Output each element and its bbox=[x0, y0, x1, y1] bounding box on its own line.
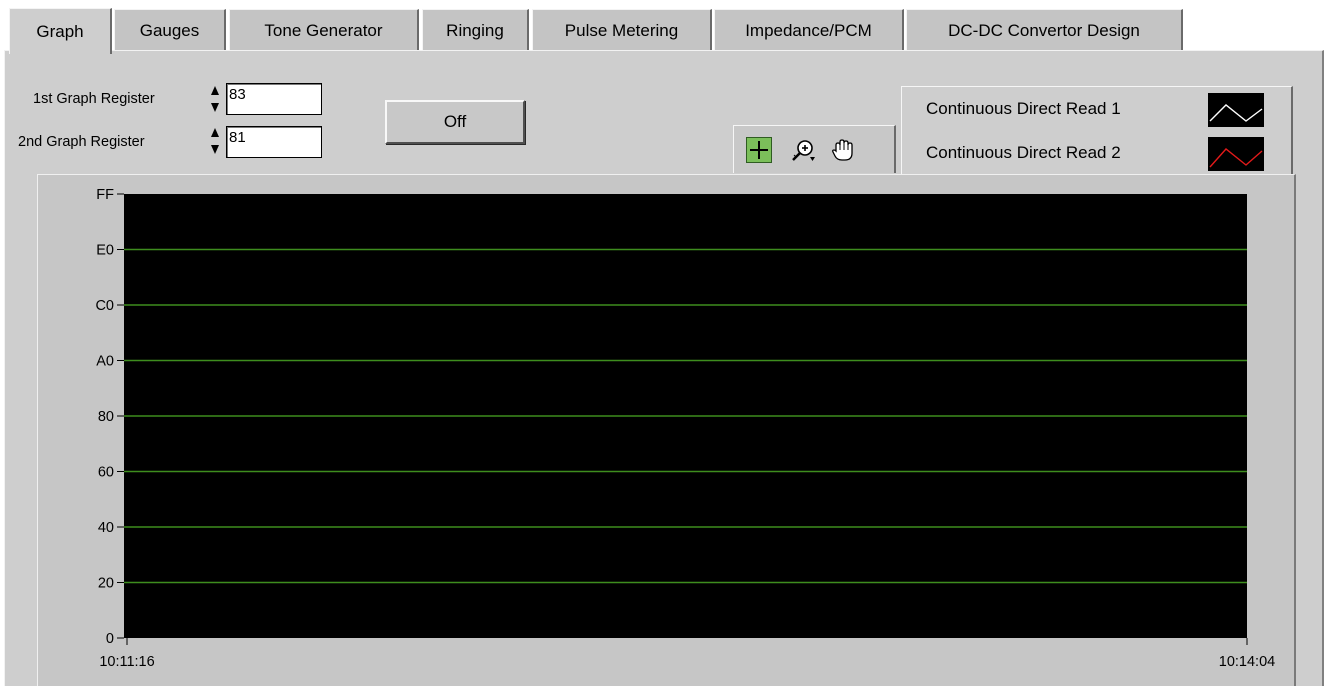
pan-hand-icon[interactable] bbox=[830, 137, 856, 163]
spin-up-icon[interactable] bbox=[211, 128, 219, 137]
y-tick-label: E0 bbox=[96, 243, 114, 259]
reg1-spinner[interactable] bbox=[210, 84, 219, 114]
zoom-tool-icon[interactable] bbox=[790, 137, 816, 163]
waveform-chart[interactable]: FF E0 C0 A0 80 60 40 20 0 10:11:16 10:14:04 bbox=[38, 175, 1295, 686]
tab-gauges[interactable]: Gauges bbox=[114, 9, 226, 51]
graph-frame: FF E0 C0 A0 80 60 40 20 0 10:11:16 10:14:04 bbox=[37, 174, 1296, 686]
reg1-input[interactable]: 83 bbox=[226, 83, 322, 115]
legend-swatch-2[interactable] bbox=[1208, 137, 1264, 171]
spin-up-icon[interactable] bbox=[211, 86, 219, 95]
plot-legend[interactable]: Continuous Direct Read 1 Continuous Dire… bbox=[901, 86, 1293, 174]
reg1-label: 1st Graph Register bbox=[33, 91, 155, 107]
legend-label-1: Continuous Direct Read 1 bbox=[926, 99, 1121, 118]
reg2-input[interactable]: 81 bbox=[226, 126, 322, 158]
x-tick-label: 10:14:04 bbox=[1219, 654, 1275, 670]
legend-swatch-1[interactable] bbox=[1208, 93, 1264, 127]
reg2-spinner[interactable] bbox=[210, 126, 219, 156]
y-tick-label: 60 bbox=[98, 465, 114, 481]
cursor-tool-icon[interactable] bbox=[746, 137, 772, 163]
tab-ringing[interactable]: Ringing bbox=[422, 9, 529, 51]
x-tick-label: 10:11:16 bbox=[99, 654, 154, 670]
y-tick-label: 80 bbox=[98, 409, 114, 425]
spin-down-icon[interactable] bbox=[211, 145, 219, 154]
y-tick-label: 0 bbox=[106, 631, 114, 647]
y-tick-label: C0 bbox=[95, 298, 114, 314]
off-button[interactable]: Off bbox=[385, 100, 525, 144]
tab-graph[interactable]: Graph bbox=[9, 8, 112, 54]
y-tick-label: 40 bbox=[98, 520, 114, 536]
spin-down-icon[interactable] bbox=[211, 103, 219, 112]
tab-pulse-metering[interactable]: Pulse Metering bbox=[532, 9, 712, 51]
y-tick-label: A0 bbox=[96, 354, 114, 370]
y-tick-label: 20 bbox=[98, 576, 114, 592]
reg2-label: 2nd Graph Register bbox=[18, 134, 145, 150]
tab-tone-generator[interactable]: Tone Generator bbox=[229, 9, 419, 51]
graph-tool-palette bbox=[733, 125, 896, 173]
tab-impedance-pcm[interactable]: Impedance/PCM bbox=[714, 9, 904, 51]
legend-label-2: Continuous Direct Read 2 bbox=[926, 143, 1121, 162]
y-tick-label: FF bbox=[96, 187, 114, 203]
tab-dc-dc-convertor-design[interactable]: DC-DC Convertor Design bbox=[906, 9, 1183, 51]
